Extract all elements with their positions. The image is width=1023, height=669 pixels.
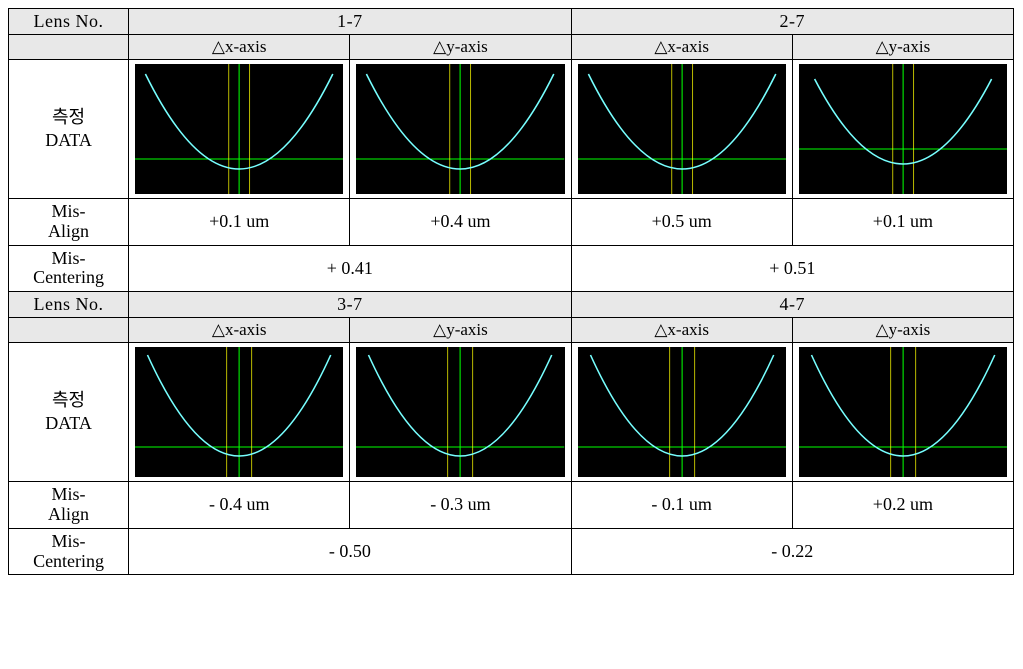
lens-no-value: 1-7 (129, 9, 571, 35)
lens-no-header: Lens No. (9, 9, 129, 35)
axis-header-dy: △y-axis (792, 318, 1013, 343)
misalign-value: - 0.3 um (350, 482, 571, 529)
miscentering-row-header: Mis- Centering (9, 528, 129, 575)
misalign-value: +0.4 um (350, 199, 571, 246)
miscentering-value: + 0.51 (571, 245, 1013, 292)
miscentering-line1: Mis- (52, 248, 86, 268)
axis-header-dx: △x-axis (129, 318, 350, 343)
profile-thumb (571, 343, 792, 482)
data-label-line1: 측정 (52, 390, 85, 410)
lens-no-value: 2-7 (571, 9, 1013, 35)
misalign-value: +0.1 um (129, 199, 350, 246)
profile-plot (356, 64, 564, 194)
data-label-line2: DATA (45, 130, 92, 150)
blank-cell (9, 318, 129, 343)
misalign-row-header: Mis- Align (9, 482, 129, 529)
lens-no-value: 3-7 (129, 292, 571, 318)
miscentering-line2: Centering (33, 267, 104, 287)
miscentering-line2: Centering (33, 551, 104, 571)
misalign-line2: Align (48, 504, 89, 524)
miscentering-row-header: Mis- Centering (9, 245, 129, 292)
axis-header-dy: △y-axis (350, 35, 571, 60)
profile-thumb (792, 60, 1013, 199)
profile-plot (135, 64, 343, 194)
miscentering-value: - 0.50 (129, 528, 571, 575)
profile-plot (799, 347, 1007, 477)
misalign-line1: Mis- (52, 201, 86, 221)
axis-header-dx: △x-axis (571, 35, 792, 60)
axis-header-dx: △x-axis (571, 318, 792, 343)
profile-thumb (129, 343, 350, 482)
profile-plot (135, 347, 343, 477)
misalign-value: +0.2 um (792, 482, 1013, 529)
miscentering-line1: Mis- (52, 531, 86, 551)
profile-thumb (129, 60, 350, 199)
data-label-line1: 측정 (52, 107, 85, 127)
axis-header-dx: △x-axis (129, 35, 350, 60)
misalign-value: - 0.1 um (571, 482, 792, 529)
data-label-line2: DATA (45, 413, 92, 433)
profile-plot (578, 347, 786, 477)
profile-plot (578, 64, 786, 194)
profile-thumb (350, 60, 571, 199)
lens-no-header: Lens No. (9, 292, 129, 318)
profile-plot (356, 347, 564, 477)
profile-thumb (571, 60, 792, 199)
data-row-header: 측정 DATA (9, 343, 129, 482)
miscentering-value: - 0.22 (571, 528, 1013, 575)
profile-thumb (350, 343, 571, 482)
lens-measurement-table: Lens No. 1-7 2-7 △x-axis △y-axis △x-axis… (8, 8, 1014, 575)
axis-header-dy: △y-axis (792, 35, 1013, 60)
profile-plot (799, 64, 1007, 194)
axis-header-dy: △y-axis (350, 318, 571, 343)
misalign-value: +0.1 um (792, 199, 1013, 246)
data-row-header: 측정 DATA (9, 60, 129, 199)
misalign-row-header: Mis- Align (9, 199, 129, 246)
misalign-value: +0.5 um (571, 199, 792, 246)
misalign-line2: Align (48, 221, 89, 241)
blank-cell (9, 35, 129, 60)
misalign-value: - 0.4 um (129, 482, 350, 529)
miscentering-value: + 0.41 (129, 245, 571, 292)
lens-no-value: 4-7 (571, 292, 1013, 318)
profile-thumb (792, 343, 1013, 482)
misalign-line1: Mis- (52, 484, 86, 504)
